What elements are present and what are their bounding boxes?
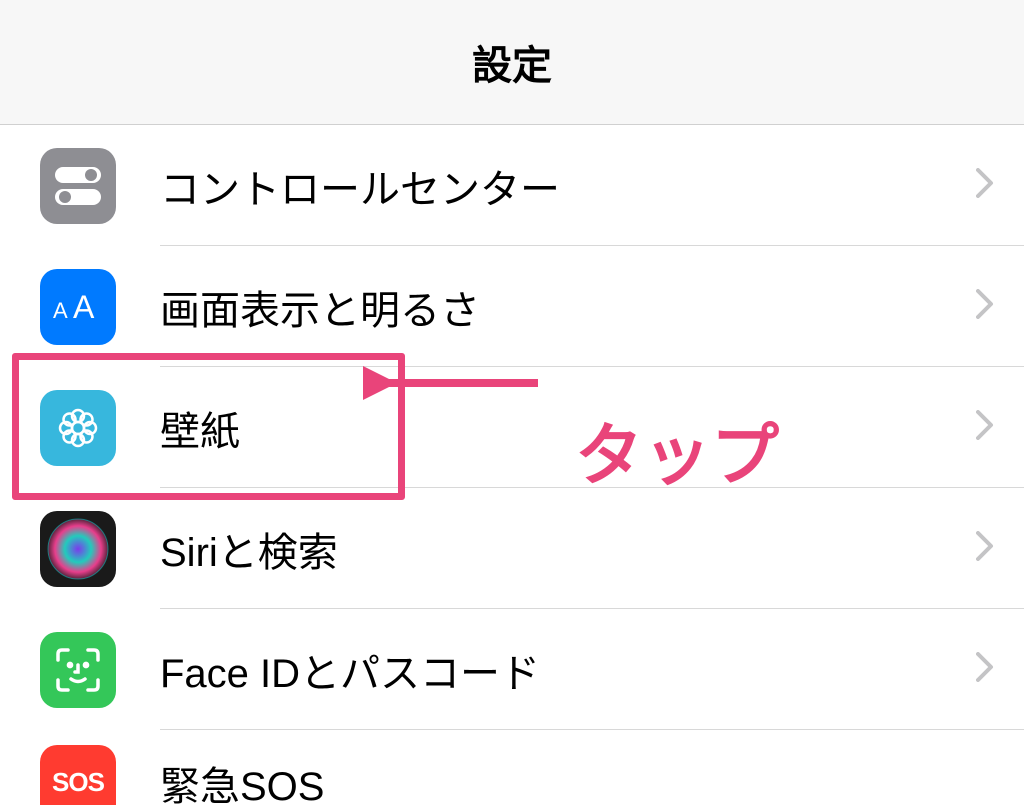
svg-text:A: A [53,298,68,323]
row-label: 画面表示と明るさ [160,278,976,336]
faceid-icon [40,632,116,708]
sos-icon: SOS [40,745,116,805]
row-wallpaper[interactable]: 壁紙 [0,367,1024,488]
page-header: 設定 [0,0,1024,125]
row-faceid[interactable]: Face IDとパスコード [0,609,1024,730]
row-label: 壁紙 [160,399,976,457]
chevron-right-icon [976,405,994,450]
sos-text: SOS [52,767,104,798]
row-control-center[interactable]: コントロールセンター [0,125,1024,246]
chevron-right-icon [976,163,994,208]
page-title: 設定 [472,33,552,91]
siri-icon [40,511,116,587]
chevron-right-icon [976,284,994,329]
row-label: Face IDとパスコード [160,641,976,699]
settings-list: コントロールセンター A A 画面表示と明るさ [0,125,1024,805]
row-label: 緊急SOS [160,754,994,805]
svg-text:A: A [73,289,95,325]
display-icon: A A [40,269,116,345]
row-siri[interactable]: Siriと検索 [0,488,1024,609]
row-label: コントロールセンター [160,157,976,215]
row-sos[interactable]: SOS 緊急SOS [0,730,1024,805]
row-label: Siriと検索 [160,520,976,578]
chevron-right-icon [976,647,994,692]
wallpaper-icon [40,390,116,466]
row-display[interactable]: A A 画面表示と明るさ [0,246,1024,367]
chevron-right-icon [976,526,994,571]
control-center-icon [40,148,116,224]
